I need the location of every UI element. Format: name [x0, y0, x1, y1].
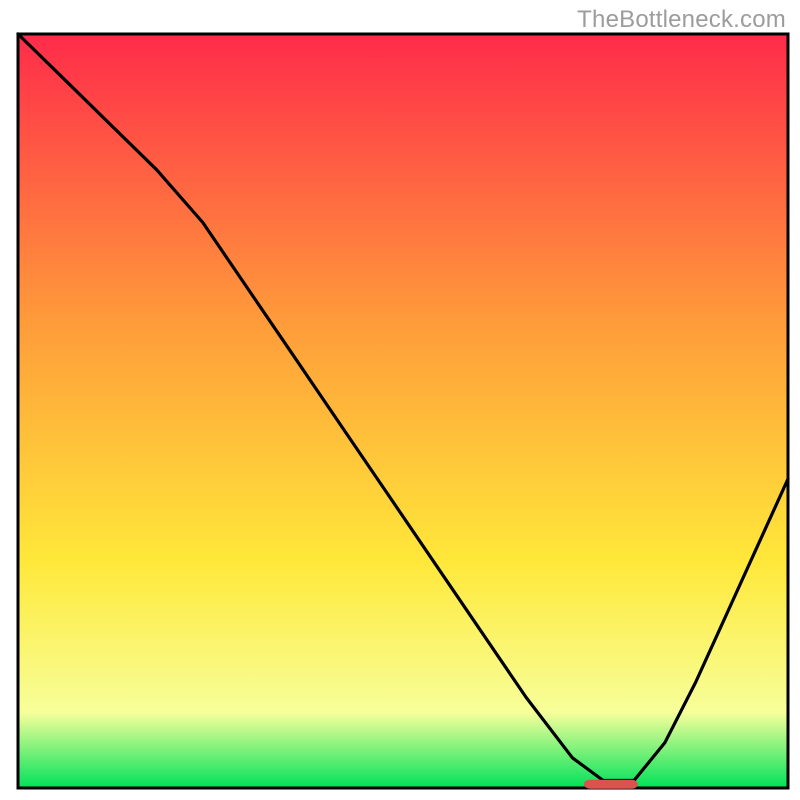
- bottleneck-chart: [0, 0, 800, 800]
- chart-container: TheBottleneck.com: [0, 0, 800, 800]
- watermark-text: TheBottleneck.com: [577, 6, 786, 34]
- optimal-marker: [584, 780, 638, 789]
